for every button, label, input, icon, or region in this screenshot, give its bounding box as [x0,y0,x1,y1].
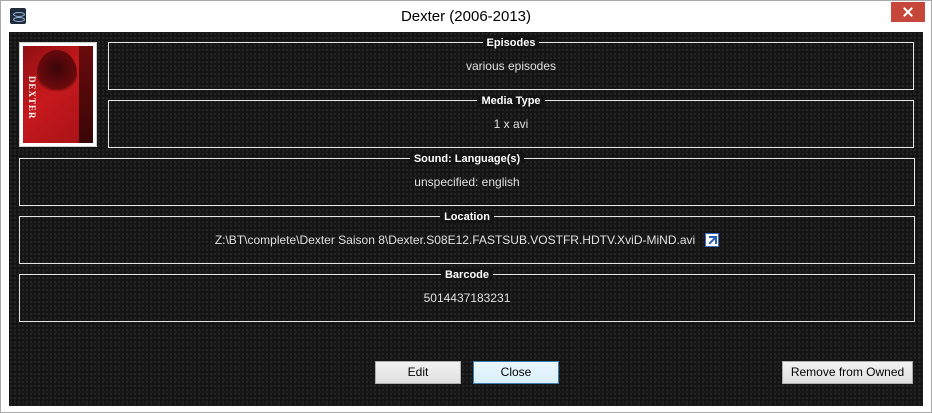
barcode-label: Barcode [440,269,494,281]
sound-language-group: Sound: Language(s) unspecified: english [19,153,915,206]
cover-logo: DEXTER [27,76,37,120]
media-type-value: 1 x avi [493,117,529,131]
edit-button[interactable]: Edit [375,361,461,384]
window-title: Dexter (2006-2013) [400,8,532,25]
media-type-group: Media Type 1 x avi [108,95,914,148]
location-label: Location [440,211,494,223]
sound-language-label: Sound: Language(s) [409,153,525,165]
episodes-value: various episodes [465,59,557,73]
location-row: Z:\BT\complete\Dexter Saison 8\Dexter.S0… [20,233,914,247]
location-path[interactable]: Z:\BT\complete\Dexter Saison 8\Dexter.S0… [215,233,695,247]
cover-art: DEXTER [23,46,93,143]
media-type-label: Media Type [477,95,545,107]
details-panel: DEXTER Episodes various episodes Media T… [9,32,923,406]
sound-language-value: unspecified: english [414,175,520,189]
window-close-button[interactable] [891,2,925,22]
location-group: Location Z:\BT\complete\Dexter Saison 8\… [19,211,915,264]
title-bar[interactable]: Dexter (2006-2013) [1,1,931,32]
cover-spine [79,46,93,143]
cover-image: DEXTER [19,42,97,147]
dialog-window: Dexter (2006-2013) DEXTER Episodes vario… [0,0,932,413]
remove-from-owned-button[interactable]: Remove from Owned [782,361,913,384]
external-link-icon[interactable] [705,233,720,247]
barcode-value: 5014437183231 [423,291,511,305]
barcode-group: Barcode 5014437183231 [19,269,915,322]
close-button[interactable]: Close [473,361,559,384]
episodes-group: Episodes various episodes [108,37,914,90]
episodes-label: Episodes [482,37,540,49]
